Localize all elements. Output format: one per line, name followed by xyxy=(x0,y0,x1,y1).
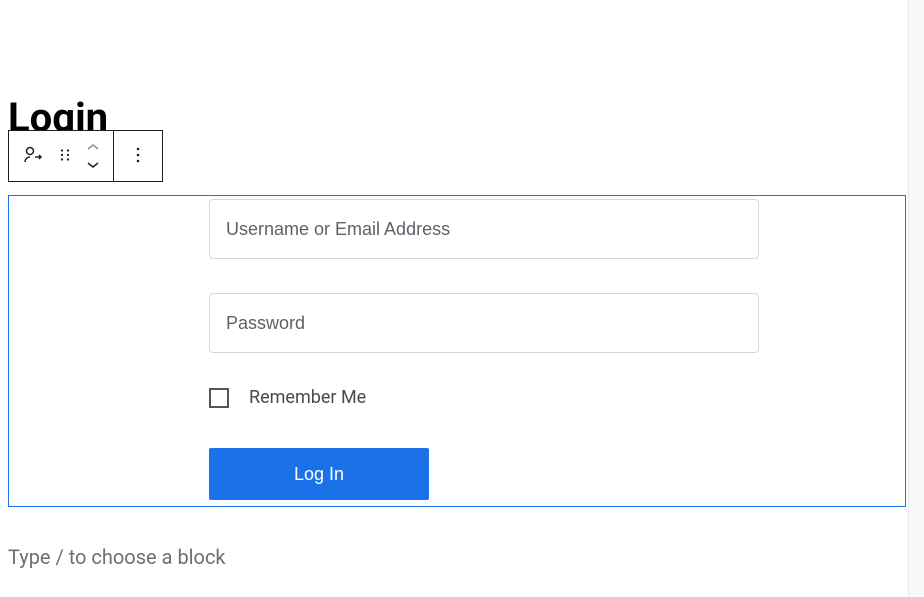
vertical-scrollbar[interactable] xyxy=(908,0,924,597)
block-movers xyxy=(79,138,107,174)
chevron-up-icon xyxy=(85,140,101,155)
drag-handle-icon xyxy=(56,146,74,167)
remember-checkbox[interactable] xyxy=(209,388,229,408)
remember-row: Remember Me xyxy=(209,387,759,408)
block-appender[interactable]: Type / to choose a block xyxy=(8,545,226,569)
chevron-down-icon xyxy=(85,158,101,173)
login-block-selected[interactable]: Remember Me Log In xyxy=(8,195,906,507)
toolbar-group-block xyxy=(9,131,113,181)
remember-label: Remember Me xyxy=(249,387,366,408)
block-type-button[interactable] xyxy=(15,138,51,174)
login-out-icon xyxy=(21,143,45,170)
move-down-button[interactable] xyxy=(79,156,107,174)
username-field[interactable] xyxy=(209,199,759,259)
toolbar-group-options xyxy=(113,131,162,181)
more-vertical-icon xyxy=(126,143,150,170)
move-up-button[interactable] xyxy=(79,138,107,156)
login-form: Remember Me Log In xyxy=(209,199,759,500)
login-button[interactable]: Log In xyxy=(209,448,429,500)
block-options-button[interactable] xyxy=(120,138,156,174)
drag-handle-button[interactable] xyxy=(51,138,79,174)
password-field[interactable] xyxy=(209,293,759,353)
block-toolbar xyxy=(8,130,163,182)
